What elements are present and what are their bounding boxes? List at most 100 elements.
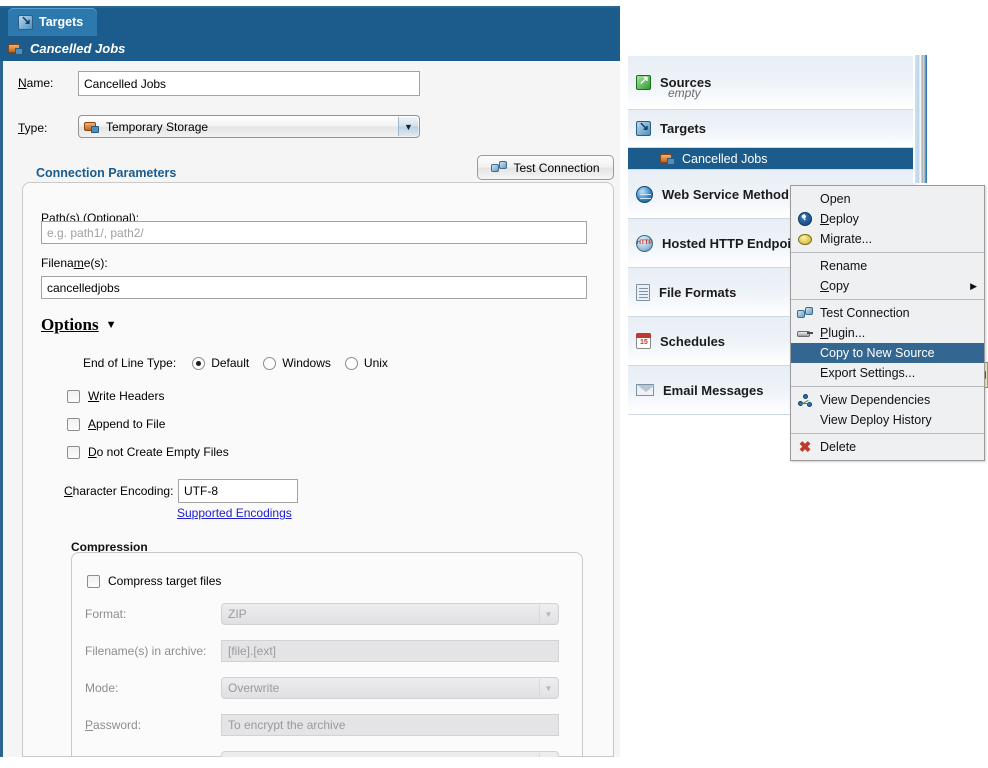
tree-vertical-scrollbar[interactable] — [913, 55, 929, 183]
tree-item-sources[interactable]: Sources empty — [628, 56, 916, 110]
compress-target-files-checkbox-row[interactable]: Compress target files — [87, 574, 221, 588]
radio-windows-label: Windows — [282, 356, 331, 370]
archive-filenames-input: [file].[ext] — [221, 640, 559, 662]
test-connection-icon — [491, 161, 508, 174]
tab-targets[interactable]: Targets — [8, 8, 98, 36]
menu-item-deploy[interactable]: Deploy — [791, 209, 984, 229]
format-value: ZIP — [228, 607, 247, 621]
options-label: Options — [41, 315, 99, 334]
menu-item-copy-to-new-source[interactable]: Copy to New Source — [791, 343, 984, 363]
context-menu: Open Deploy Migrate... Rename Copy ▶ Tes… — [790, 185, 985, 461]
mode-value: Overwrite — [228, 681, 280, 695]
do-not-create-empty-files-checkbox-row[interactable]: Do not Create Empty Files — [67, 445, 229, 459]
chevron-down-icon: ▼ — [105, 319, 117, 331]
menu-item-plugin[interactable]: Plugin... — [791, 323, 984, 343]
menu-item-view-deploy-history[interactable]: View Deploy History — [791, 410, 984, 430]
append-to-file-checkbox-row[interactable]: Append to File — [67, 417, 165, 431]
menu-item-test-connection-label: Test Connection — [820, 306, 910, 320]
menu-item-plugin-label: Plugin... — [820, 326, 866, 340]
menu-item-view-deploy-history-label: View Deploy History — [820, 413, 932, 427]
radio-default[interactable] — [192, 356, 206, 370]
rename-icon — [797, 258, 813, 274]
name-label: Name: — [18, 76, 54, 90]
options-section-header[interactable]: Options ▼ — [41, 315, 117, 335]
checkbox-append-to-file[interactable] — [67, 417, 80, 431]
plugin-icon — [797, 325, 813, 341]
scrollbar-thumb[interactable] — [915, 55, 927, 183]
schedules-icon — [636, 333, 651, 349]
menu-item-view-dependencies-label: View Dependencies — [820, 393, 931, 407]
target-editor-panel: Targets Cancelled Jobs Name: Cancelled J… — [0, 0, 620, 768]
temporary-storage-icon — [660, 152, 676, 166]
write-headers-label: Write Headers — [88, 389, 165, 403]
tree-item-web-service-method-label: Web Service Method — [662, 186, 789, 202]
password-input: To encrypt the archive — [221, 714, 559, 736]
menu-item-rename[interactable]: Rename — [791, 256, 984, 276]
checkbox-write-headers[interactable] — [67, 389, 80, 403]
web-service-icon — [636, 185, 653, 203]
menu-item-test-connection[interactable]: Test Connection — [791, 303, 984, 323]
type-dropdown[interactable]: Temporary Storage ▼ — [78, 115, 420, 138]
chevron-down-icon[interactable]: ▼ — [398, 117, 418, 136]
menu-item-copy[interactable]: Copy ▶ — [791, 276, 984, 296]
do-not-create-empty-files-label: Do not Create Empty Files — [88, 445, 229, 459]
editor-subtitle-label: Cancelled Jobs — [30, 41, 126, 56]
archive-filenames-value: [file].[ext] — [228, 644, 277, 658]
filenames-label: Filename(s): — [41, 256, 108, 270]
radio-unix[interactable] — [344, 356, 358, 370]
paths-input[interactable]: e.g. path1/, path2/ — [41, 221, 587, 244]
temporary-storage-icon — [84, 120, 100, 134]
menu-item-migrate[interactable]: Migrate... — [791, 229, 984, 249]
temporary-storage-icon — [8, 42, 24, 56]
app-window: Targets Cancelled Jobs Name: Cancelled J… — [0, 0, 988, 768]
type-label: Type: — [18, 121, 48, 135]
test-connection-button[interactable]: Test Connection — [477, 155, 614, 180]
editor-bottom-strip — [0, 757, 620, 768]
http-endpoint-icon: HTTP — [636, 234, 653, 252]
test-connection-icon — [796, 305, 813, 321]
supported-encodings-link[interactable]: Supported Encodings — [177, 506, 292, 520]
radio-windows[interactable] — [263, 356, 277, 370]
filenames-input[interactable]: cancelledjobs — [41, 276, 587, 299]
write-headers-checkbox-row[interactable]: Write Headers — [67, 389, 164, 403]
targets-icon — [636, 119, 651, 136]
mode-label: Mode: — [85, 681, 119, 695]
name-input[interactable]: Cancelled Jobs — [78, 71, 420, 96]
tab-strip: Targets — [0, 8, 620, 36]
character-encoding-input[interactable]: UTF-8 — [178, 479, 298, 503]
tree-item-cancelled-jobs-label: Cancelled Jobs — [682, 151, 768, 166]
checkbox-compress-target-files[interactable] — [87, 574, 100, 588]
menu-separator — [791, 386, 984, 387]
copy-icon — [797, 278, 813, 294]
password-placeholder: To encrypt the archive — [228, 718, 346, 732]
menu-item-copy-label: Copy — [820, 279, 850, 293]
menu-item-export-settings[interactable]: Export Settings... — [791, 363, 984, 383]
test-connection-label: Test Connection — [513, 160, 600, 175]
end-of-line-label: End of Line Type: — [83, 356, 177, 370]
menu-item-delete[interactable]: ✖ Delete — [791, 437, 984, 457]
menu-item-open[interactable]: Open — [791, 189, 984, 209]
editor-subtitle-bar: Cancelled Jobs — [0, 36, 620, 61]
file-formats-icon — [636, 283, 650, 301]
tree-item-cancelled-jobs[interactable]: Cancelled Jobs — [628, 148, 916, 170]
connection-parameters-heading: Connection Parameters — [36, 166, 177, 180]
tree-item-targets[interactable]: Targets — [628, 110, 916, 148]
menu-separator — [791, 299, 984, 300]
type-dropdown-value: Temporary Storage — [106, 119, 209, 134]
editor-top-strip — [0, 0, 620, 8]
targets-icon — [18, 13, 33, 30]
menu-item-view-dependencies[interactable]: View Dependencies — [791, 390, 984, 410]
format-dropdown: ZIP ▼ — [221, 603, 559, 625]
character-encoding-label: Character Encoding: — [64, 484, 174, 498]
checkbox-do-not-create-empty-files[interactable] — [67, 445, 80, 459]
migrate-icon — [797, 231, 813, 247]
menu-item-delete-label: Delete — [820, 440, 857, 454]
menu-item-open-label: Open — [820, 192, 851, 206]
open-icon — [797, 191, 813, 207]
deploy-icon — [797, 211, 813, 227]
name-label-rest: ame: — [26, 76, 54, 90]
view-deploy-history-icon — [797, 412, 813, 428]
tree-item-sources-sub: empty — [668, 86, 701, 100]
menu-item-migrate-label: Migrate... — [820, 232, 873, 246]
radio-default-label: Default — [211, 356, 250, 370]
